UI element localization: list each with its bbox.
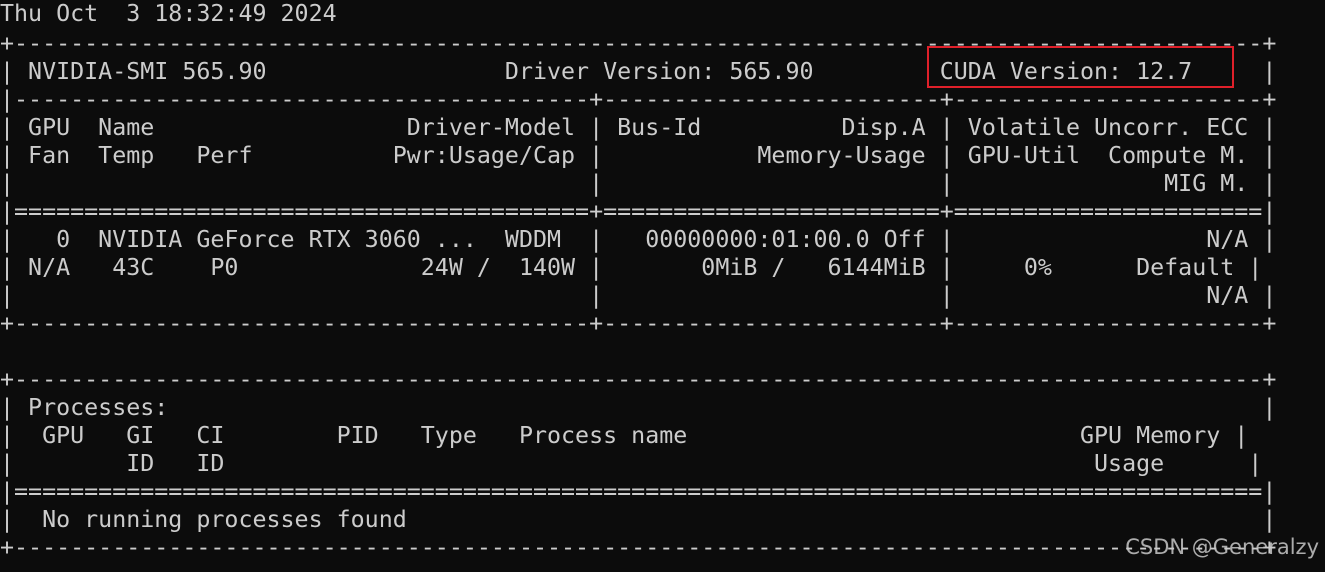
smi-header-line: | NVIDIA-SMI 565.90 Driver Version: 565.… (0, 58, 1277, 85)
table-double-divider: |=======================================… (0, 198, 1277, 225)
processes-header-2: | ID ID Usage | (0, 450, 1263, 477)
timestamp-line: Thu Oct 3 18:32:49 2024 (0, 0, 337, 27)
gpu-row-2: | N/A 43C P0 24W / 140W | 0MiB / 6144MiB… (0, 254, 1263, 281)
column-header-row-3: | | | MIG M. | (0, 170, 1277, 197)
processes-title: | Processes: | (0, 394, 1277, 421)
column-header-row-1: | GPU Name Driver-Model | Bus-Id Disp.A … (0, 114, 1277, 141)
terminal-window[interactable]: Thu Oct 3 18:32:49 2024 +---------------… (0, 0, 1325, 572)
gpu-row-3: | | | N/A | (0, 282, 1277, 309)
watermark: CSDN @Generalzy (1125, 535, 1319, 559)
processes-header-1: | GPU GI CI PID Type Process name GPU Me… (0, 422, 1249, 449)
table-divider: |---------------------------------------… (0, 86, 1277, 113)
column-header-row-2: | Fan Temp Perf Pwr:Usage/Cap | Memory-U… (0, 142, 1277, 169)
no-processes-message: | No running processes found | (0, 506, 1277, 533)
processes-divider: |=======================================… (0, 478, 1277, 505)
gpu-row-1: | 0 NVIDIA GeForce RTX 3060 ... WDDM | 0… (0, 226, 1277, 253)
table-bottom-border: +---------------------------------------… (0, 310, 1277, 337)
processes-top-border: +---------------------------------------… (0, 366, 1277, 393)
processes-bottom-border: +---------------------------------------… (0, 534, 1277, 561)
table-top-border: +---------------------------------------… (0, 30, 1277, 57)
